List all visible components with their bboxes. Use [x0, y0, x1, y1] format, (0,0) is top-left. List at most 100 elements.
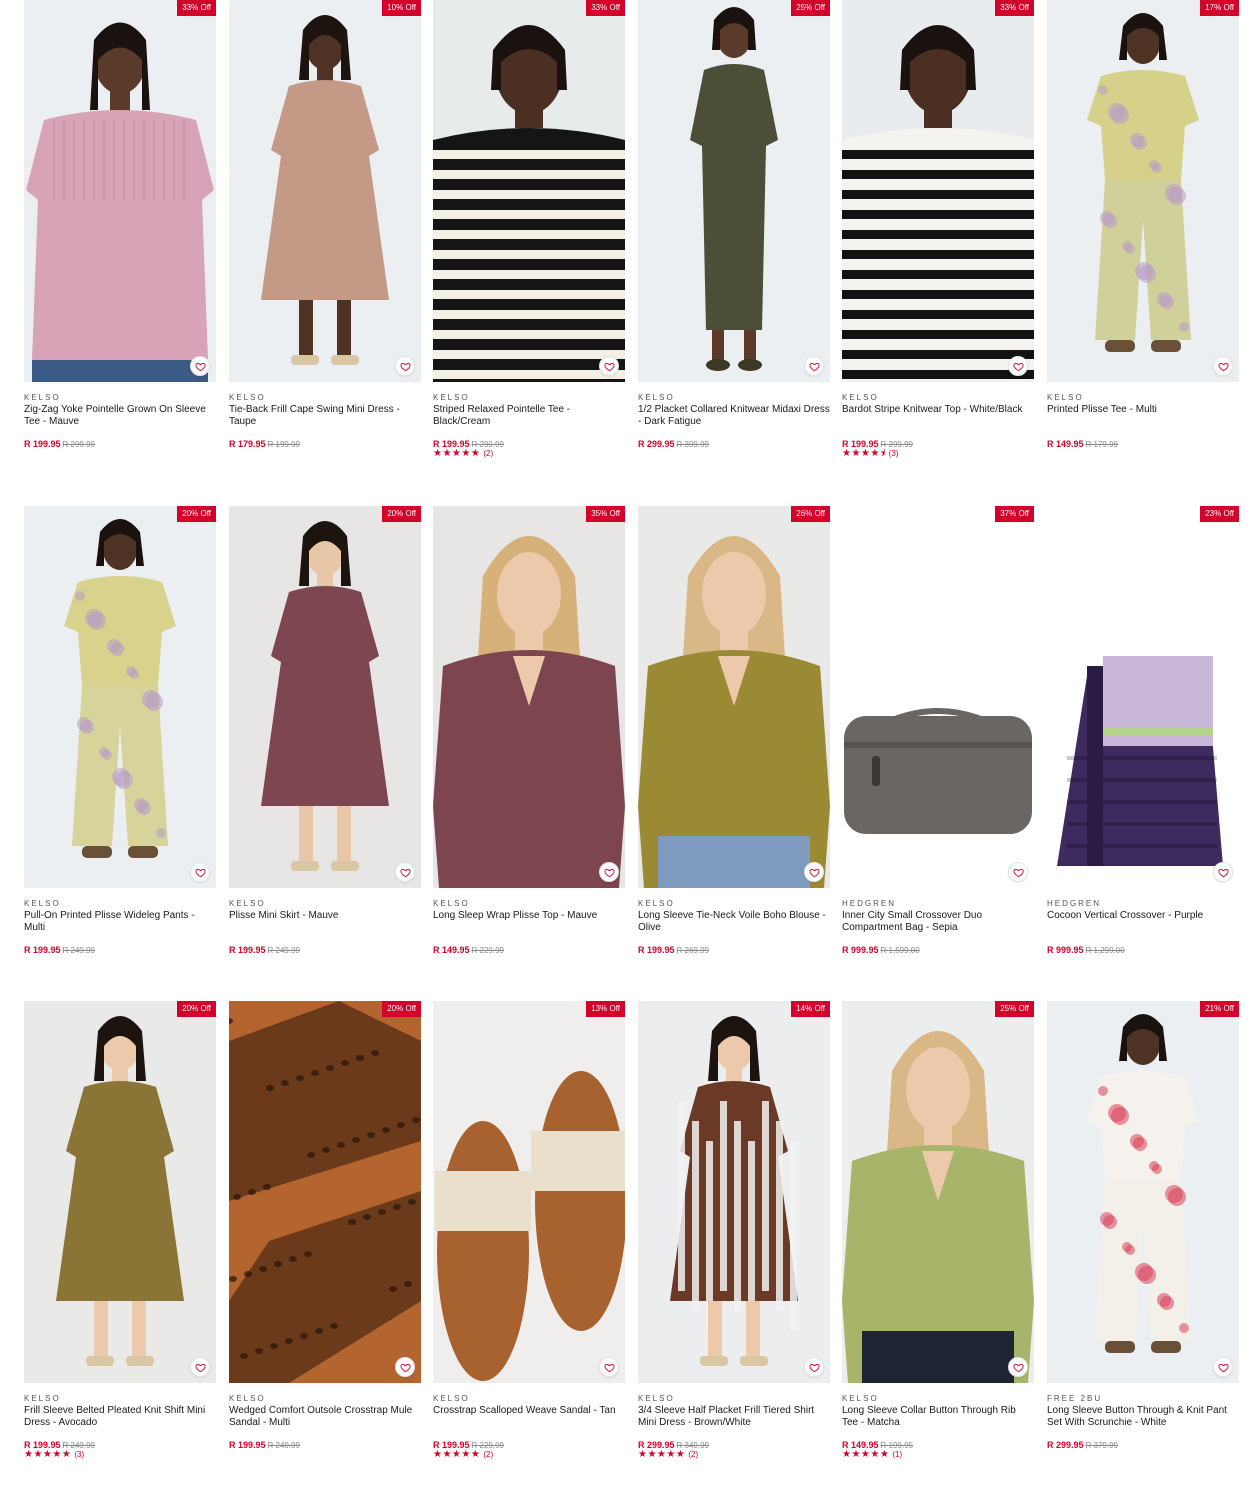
wishlist-heart-icon[interactable] — [1008, 862, 1028, 882]
wishlist-heart-icon[interactable] — [804, 862, 824, 882]
product-image[interactable]: 20% Off — [24, 1001, 216, 1383]
product-card[interactable]: 25% Off KELSO Long Sleeve Collar Button Th… — [842, 1001, 1034, 1460]
wishlist-heart-icon[interactable] — [1213, 862, 1233, 882]
product-title[interactable]: Plisse Mini Skirt - Mauve — [229, 910, 421, 933]
product-brand: KELSO — [638, 393, 675, 402]
product-image[interactable]: 25% Off — [842, 1001, 1034, 1383]
product-card[interactable]: 35% Off KELSO Long Sleep Wrap Plisse Top -… — [433, 506, 625, 955]
product-card[interactable]: 33% Off KELSO Zig-Zag Yoke Pointelle Grown… — [24, 0, 216, 449]
product-title[interactable]: Striped Relaxed Pointelle Tee - Black/Cr… — [433, 404, 625, 427]
product-card[interactable]: 14% Off KELSO 3/4 Sleeve Half Placket Fril… — [638, 1001, 830, 1460]
wishlist-heart-icon[interactable] — [395, 862, 415, 882]
product-image[interactable]: 10% Off — [229, 0, 421, 382]
product-image[interactable]: 21% Off — [1047, 1001, 1239, 1383]
product-image[interactable]: 20% Off — [229, 506, 421, 888]
product-title[interactable]: Wedged Comfort Outsole Crosstrap Mule Sa… — [229, 1405, 421, 1428]
wishlist-heart-icon[interactable] — [190, 1357, 210, 1377]
product-brand: KELSO — [1047, 393, 1084, 402]
wishlist-heart-icon[interactable] — [804, 356, 824, 376]
product-card[interactable]: 17% Off KELSO Printed Plisse Tee - Multi R … — [1047, 0, 1239, 449]
product-image[interactable]: 33% Off — [842, 0, 1034, 382]
product-title[interactable]: Crosstrap Scalloped Weave Sandal - Tan — [433, 1405, 625, 1428]
product-title[interactable]: Cocoon Vertical Crossover - Purple — [1047, 910, 1239, 933]
product-image[interactable]: 23% Off — [1047, 506, 1239, 888]
price-row: R 999.95 R 1,299.00 — [1047, 943, 1239, 955]
review-count: (3) — [888, 449, 899, 458]
sale-price: R 199.95 — [24, 439, 61, 449]
product-card[interactable]: 25% Off KELSO 1/2 Placket Collared Knitwea… — [638, 0, 830, 449]
rating: ★★★★★ (2) — [433, 448, 625, 459]
wishlist-heart-icon[interactable] — [395, 1357, 415, 1377]
product-image[interactable]: 26% Off — [638, 506, 830, 888]
product-card[interactable]: 26% Off KELSO Long Sleeve Tie-Neck Voile B… — [638, 506, 830, 955]
discount-badge: 23% Off — [1200, 506, 1239, 522]
product-card[interactable]: 20% Off KELSO Pull-On Printed Plisse Widel… — [24, 506, 216, 955]
rating: ★★★★★ (1) — [842, 1449, 1034, 1460]
wishlist-heart-icon[interactable] — [1008, 1357, 1028, 1377]
product-image[interactable]: 35% Off — [433, 506, 625, 888]
product-title[interactable]: Long Sleep Wrap Plisse Top - Mauve — [433, 910, 625, 933]
rating: ★★★★⯨ (3) — [842, 448, 1034, 459]
product-title[interactable]: Frill Sleeve Belted Pleated Knit Shift M… — [24, 1405, 216, 1428]
product-brand: KELSO — [229, 393, 266, 402]
product-title[interactable]: Long Sleeve Button Through & Knit Pant S… — [1047, 1405, 1239, 1428]
wishlist-heart-icon[interactable] — [395, 356, 415, 376]
original-price: R 249.99 — [267, 1441, 300, 1450]
product-title[interactable]: Inner City Small Crossover Duo Compartme… — [842, 910, 1034, 933]
product-card[interactable]: 20% Off KELSO Wedged Comfort Outsole Cross… — [229, 1001, 421, 1450]
rating: ★★★★★ (2) — [638, 1449, 830, 1460]
product-image[interactable]: 20% Off — [24, 506, 216, 888]
rating: ★★★★★ (3) — [24, 1449, 216, 1460]
star-rating-icon: ★★★★★ — [433, 448, 481, 459]
star-rating-icon: ★★★★★ — [638, 1449, 686, 1460]
product-brand: KELSO — [229, 899, 266, 908]
discount-badge: 26% Off — [791, 506, 830, 522]
product-title[interactable]: Zig-Zag Yoke Pointelle Grown On Sleeve T… — [24, 404, 216, 427]
wishlist-heart-icon[interactable] — [1213, 356, 1233, 376]
product-title[interactable]: Long Sleeve Collar Button Through Rib Te… — [842, 1405, 1034, 1428]
product-image[interactable]: 20% Off — [229, 1001, 421, 1383]
product-title[interactable]: Bardot Stripe Knitwear Top - White/Black — [842, 404, 1034, 427]
product-card[interactable]: 21% Off FREE 2BU Long Sleeve Button Throug… — [1047, 1001, 1239, 1450]
product-card[interactable]: 20% Off KELSO Frill Sleeve Belted Pleated … — [24, 1001, 216, 1460]
sale-price: R 149.95 — [1047, 439, 1084, 449]
product-card[interactable]: 37% Off HEDGREN Inner City Small Crossover… — [842, 506, 1034, 955]
product-image[interactable]: 13% Off — [433, 1001, 625, 1383]
original-price: R 179.99 — [1085, 440, 1118, 449]
product-title[interactable]: Printed Plisse Tee - Multi — [1047, 404, 1239, 427]
product-title[interactable]: 3/4 Sleeve Half Placket Frill Tiered Shi… — [638, 1405, 830, 1428]
product-card[interactable]: 33% Off KELSO Striped Relaxed Pointelle Te… — [433, 0, 625, 459]
wishlist-heart-icon[interactable] — [599, 356, 619, 376]
sale-price: R 999.95 — [1047, 945, 1084, 955]
product-image[interactable]: 17% Off — [1047, 0, 1239, 382]
product-card[interactable]: 23% Off HEDGREN Cocoon Vertical Crossover … — [1047, 506, 1239, 955]
product-brand: KELSO — [24, 393, 61, 402]
wishlist-heart-icon[interactable] — [190, 862, 210, 882]
product-card[interactable]: 20% Off KELSO Plisse Mini Skirt - Mauve R 1… — [229, 506, 421, 955]
product-image[interactable]: 33% Off — [433, 0, 625, 382]
wishlist-heart-icon[interactable] — [599, 862, 619, 882]
product-brand: HEDGREN — [1047, 899, 1102, 908]
product-image[interactable]: 33% Off — [24, 0, 216, 382]
discount-badge: 13% Off — [586, 1001, 625, 1017]
sale-price: R 199.95 — [229, 1440, 266, 1450]
price-row: R 199.95 R 229.99 — [433, 1438, 625, 1450]
product-title[interactable]: Tie-Back Frill Cape Swing Mini Dress - T… — [229, 404, 421, 427]
product-title[interactable]: Long Sleeve Tie-Neck Voile Boho Blouse -… — [638, 910, 830, 933]
product-card[interactable]: 13% Off KELSO Crosstrap Scalloped Weave Sa… — [433, 1001, 625, 1460]
product-title[interactable]: Pull-On Printed Plisse Wideleg Pants - M… — [24, 910, 216, 933]
product-card[interactable]: 33% Off KELSO Bardot Stripe Knitwear Top -… — [842, 0, 1034, 459]
wishlist-heart-icon[interactable] — [190, 356, 210, 376]
product-image[interactable]: 14% Off — [638, 1001, 830, 1383]
wishlist-heart-icon[interactable] — [804, 1357, 824, 1377]
wishlist-heart-icon[interactable] — [1213, 1357, 1233, 1377]
product-title[interactable]: 1/2 Placket Collared Knitwear Midaxi Dre… — [638, 404, 830, 427]
product-card[interactable]: 10% Off KELSO Tie-Back Frill Cape Swing Mi… — [229, 0, 421, 449]
wishlist-heart-icon[interactable] — [599, 1357, 619, 1377]
product-brand: KELSO — [24, 1394, 61, 1403]
product-image[interactable]: 37% Off — [842, 506, 1034, 888]
product-image[interactable]: 25% Off — [638, 0, 830, 382]
price-row: R 299.95 R 349.99 — [638, 1438, 830, 1450]
wishlist-heart-icon[interactable] — [1008, 356, 1028, 376]
sale-price: R 199.95 — [24, 945, 61, 955]
